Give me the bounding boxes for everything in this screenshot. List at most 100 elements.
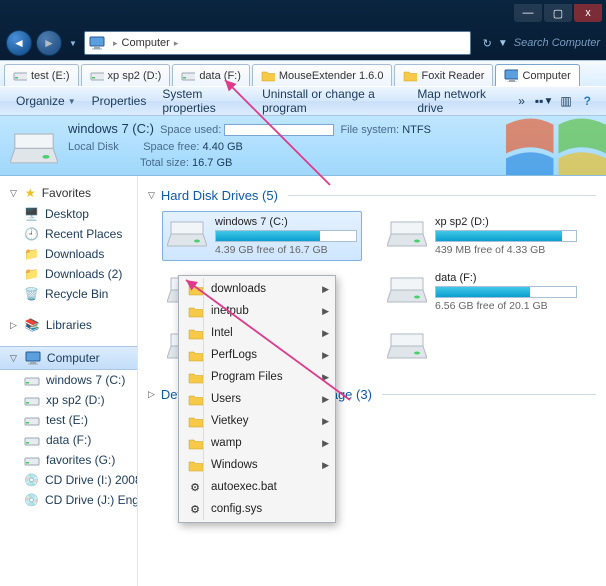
sidebar-item-xp-sp2-d-[interactable]: xp sp2 (D:) <box>0 390 137 410</box>
drive-xp-sp2-d-[interactable]: xp sp2 (D:)439 MB free of 4.33 GB <box>382 211 582 261</box>
drive-icon <box>24 434 40 447</box>
system-properties-button[interactable]: System properties <box>154 83 254 119</box>
menu-item-label: Windows <box>205 459 322 471</box>
menu-item-label: downloads <box>205 283 322 295</box>
drive-usage-bar <box>215 230 357 242</box>
minimize-button[interactable]: — <box>514 4 542 22</box>
hdd-section-header[interactable]: ▽Hard Disk Drives (5) <box>148 184 596 207</box>
maximize-button[interactable]: ▢ <box>544 4 572 22</box>
sidebar-item-icon: 🖥️ <box>24 207 39 221</box>
sidebar-item-icon: 📁 <box>24 247 39 261</box>
submenu-arrow-icon: ▶ <box>322 438 329 449</box>
drive-icon <box>167 216 207 252</box>
toolbar-overflow[interactable]: » <box>510 90 533 112</box>
submenu-arrow-icon: ▶ <box>322 284 329 295</box>
sidebar-item-label: Recent Places <box>45 227 122 241</box>
sidebar-item-windows-7-c-[interactable]: windows 7 (C:) <box>0 370 137 390</box>
tab-test-e-[interactable]: test (E:) <box>4 64 79 86</box>
tab-label: data (F:) <box>199 70 241 82</box>
sidebar-item-label: windows 7 (C:) <box>46 373 125 387</box>
help-icon[interactable]: ? <box>579 91 596 111</box>
sidebar-item-cd-drive-i-2008[interactable]: 💿CD Drive (I:) 2008 <box>0 470 137 490</box>
sidebar-item-favorites-g-[interactable]: favorites (G:) <box>0 450 137 470</box>
context-menu: downloads▶inetpub▶Intel▶PerfLogs▶Program… <box>178 275 336 523</box>
sidebar-item-label: CD Drive (J:) Eng <box>45 493 138 507</box>
sidebar-item-downloads[interactable]: 📁Downloads <box>0 244 137 264</box>
drive-icon <box>24 454 40 467</box>
address-bar[interactable]: ▸ Computer ▸ <box>84 31 471 55</box>
submenu-arrow-icon: ▶ <box>322 328 329 339</box>
space-free-label: Space free: <box>143 141 199 153</box>
monitor-icon <box>504 70 518 82</box>
menu-item-label: Vietkey <box>205 415 322 427</box>
nav-history-dropdown[interactable]: ▼ <box>66 30 80 56</box>
sidebar-item-recycle-bin[interactable]: 🗑️Recycle Bin <box>0 284 137 304</box>
sidebar-item-label: xp sp2 (D:) <box>46 393 105 407</box>
uninstall-button[interactable]: Uninstall or change a program <box>254 83 409 119</box>
drive-icon <box>24 414 40 427</box>
windows-logo-icon <box>486 116 606 176</box>
sidebar-item-data-f-[interactable]: data (F:) <box>0 430 137 450</box>
menu-item-label: config.sys <box>205 503 329 515</box>
dropdown-icon[interactable]: ▼ <box>498 38 508 49</box>
breadcrumb-arrow-icon: ▸ <box>174 38 179 49</box>
space-used-label: Space used: <box>160 124 221 136</box>
sidebar: ▽★Favorites 🖥️Desktop🕘Recent Places📁Down… <box>0 176 138 586</box>
folder-icon <box>185 371 205 384</box>
organize-button[interactable]: Organize▼ <box>8 90 84 112</box>
file-system-value: NTFS <box>402 124 431 136</box>
drive-usage-bar <box>435 286 577 298</box>
drive-icon <box>24 374 40 387</box>
refresh-icon[interactable]: ↻ <box>483 37 492 50</box>
drive-item[interactable] <box>382 323 582 369</box>
breadcrumb[interactable]: Computer <box>122 37 170 49</box>
sidebar-libraries-header[interactable]: ▷📚Libraries <box>0 314 137 336</box>
drive-icon <box>387 216 427 252</box>
cd-icon: 💿 <box>24 493 39 507</box>
sidebar-item-label: CD Drive (I:) 2008 <box>45 473 138 487</box>
view-options-icon[interactable]: ▪▪▼ <box>535 91 553 111</box>
properties-button[interactable]: Properties <box>84 90 155 112</box>
drive-icon <box>387 328 427 364</box>
menu-item-label: Program Files <box>205 371 322 383</box>
sidebar-item-icon: 🕘 <box>24 227 39 241</box>
sidebar-item-test-e-[interactable]: test (E:) <box>0 410 137 430</box>
preview-pane-icon[interactable]: ▥ <box>557 91 574 111</box>
drive-data-f-[interactable]: data (F:)6.56 GB free of 20.1 GB <box>382 267 582 317</box>
menu-item-label: PerfLogs <box>205 349 322 361</box>
toolbar: Organize▼ Properties System properties U… <box>0 86 606 116</box>
file-icon: ⚙ <box>185 503 205 516</box>
total-size-value: 16.7 GB <box>192 157 232 169</box>
sidebar-item-cd-drive-j-eng[interactable]: 💿 CD Drive (J:) Eng <box>0 490 137 510</box>
drive-usage-bar <box>435 230 577 242</box>
sidebar-computer-header[interactable]: ▽Computer <box>0 346 137 370</box>
submenu-arrow-icon: ▶ <box>322 416 329 427</box>
forward-button[interactable]: ► <box>36 30 62 56</box>
drive-icon <box>13 70 27 82</box>
sidebar-item-icon: 🗑️ <box>24 287 39 301</box>
map-drive-button[interactable]: Map network drive <box>409 83 510 119</box>
sidebar-item-downloads-2-[interactable]: 📁Downloads (2) <box>0 264 137 284</box>
drive-free-text: 6.56 GB free of 20.1 GB <box>435 300 577 312</box>
folder-icon <box>185 459 205 472</box>
close-button[interactable]: x <box>574 4 602 22</box>
drive-icon <box>90 70 104 82</box>
drive-icon <box>181 70 195 82</box>
sidebar-item-recent-places[interactable]: 🕘 Recent Places <box>0 224 137 244</box>
computer-icon <box>89 35 105 51</box>
drive-free-text: 4.39 GB free of 16.7 GB <box>215 244 357 256</box>
tab-label: xp sp2 (D:) <box>108 70 162 82</box>
back-button[interactable]: ◄ <box>6 30 32 56</box>
drive-windows-7-c-[interactable]: windows 7 (C:)4.39 GB free of 16.7 GB <box>162 211 362 261</box>
drive-icon <box>24 394 40 407</box>
info-subtitle: Local Disk <box>68 141 119 153</box>
folder-icon <box>185 283 205 296</box>
sidebar-item-label: Downloads (2) <box>45 267 122 281</box>
sidebar-item-desktop[interactable]: 🖥️Desktop <box>0 204 137 224</box>
folder-icon <box>185 393 205 406</box>
submenu-arrow-icon: ▶ <box>322 460 329 471</box>
menu-item-label: Users <box>205 393 322 405</box>
search-input[interactable]: Search Computer <box>514 37 600 49</box>
tab-label: Computer <box>522 70 570 82</box>
sidebar-favorites-header[interactable]: ▽★Favorites <box>0 182 137 204</box>
